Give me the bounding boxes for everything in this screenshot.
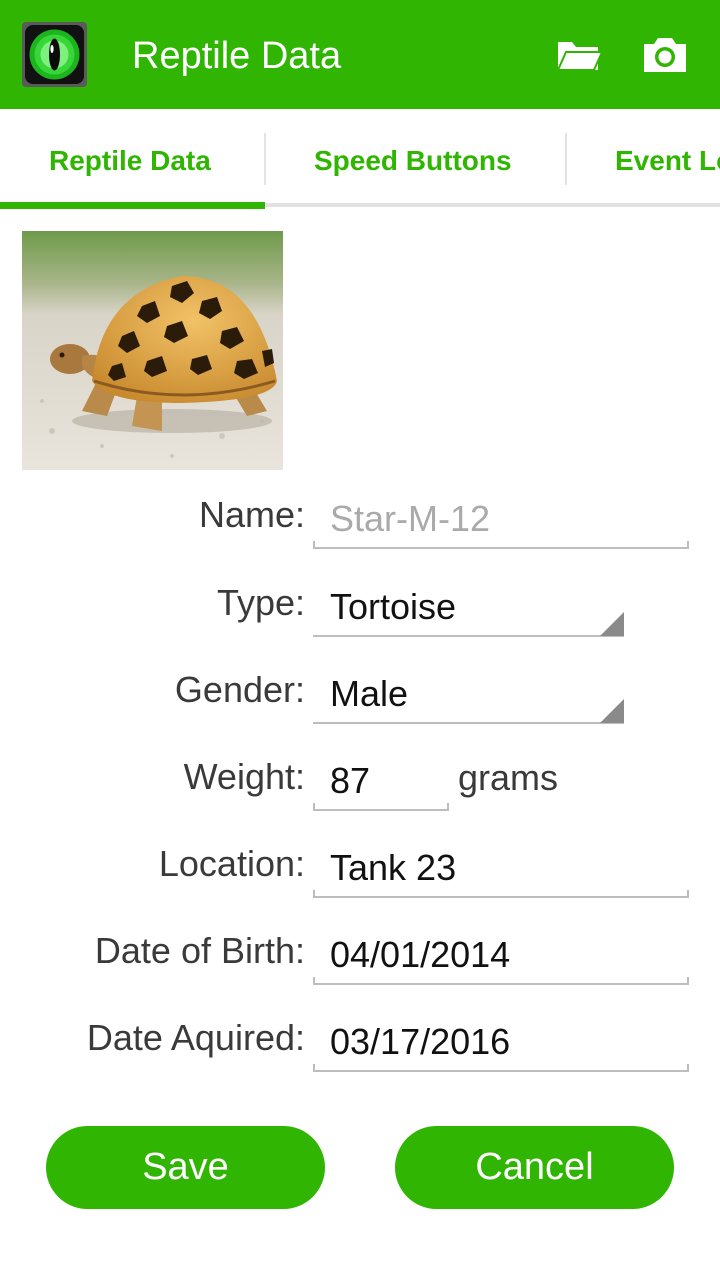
field-tick xyxy=(447,803,449,811)
type-dropdown[interactable]: Tortoise xyxy=(313,587,624,637)
field-tick xyxy=(687,1064,689,1072)
name-label: Name: xyxy=(198,494,305,535)
field-tick xyxy=(313,1064,315,1072)
app-title: Reptile Data xyxy=(132,35,342,77)
type-value: Tortoise xyxy=(330,586,457,627)
field-tick xyxy=(313,541,315,549)
field-tick xyxy=(687,977,689,985)
field-underline xyxy=(313,983,689,985)
acquired-value: 03/17/2016 xyxy=(330,1021,511,1062)
dob-input[interactable]: 04/01/2014 xyxy=(313,935,689,985)
tab-event-log[interactable]: Event Lo xyxy=(567,109,720,209)
field-underline xyxy=(313,722,624,724)
dropdown-arrow-icon xyxy=(600,699,624,723)
tab-label: Event Lo xyxy=(615,145,720,176)
weight-input[interactable]: 87 xyxy=(313,761,449,811)
field-underline xyxy=(313,635,624,637)
acquired-label: Date Aquired: xyxy=(86,1017,305,1058)
tab-label: Speed Buttons xyxy=(314,145,512,176)
app-bar: Reptile Data xyxy=(0,0,720,109)
tab-speed-buttons[interactable]: Speed Buttons xyxy=(266,109,566,209)
dob-value: 04/01/2014 xyxy=(330,934,511,975)
reptile-photo[interactable] xyxy=(22,231,283,470)
location-label: Location: xyxy=(158,843,305,884)
field-tick xyxy=(313,803,315,811)
field-underline xyxy=(313,896,689,898)
field-tick xyxy=(313,890,315,898)
field-underline xyxy=(313,547,689,549)
dropdown-arrow-icon xyxy=(600,612,624,636)
location-input[interactable]: Tank 23 xyxy=(313,848,689,898)
gender-value: Male xyxy=(330,673,409,714)
tab-reptile-data[interactable]: Reptile Data xyxy=(0,109,265,209)
dob-label: Date of Birth: xyxy=(94,930,305,971)
acquired-input[interactable]: 03/17/2016 xyxy=(313,1022,689,1072)
field-tick xyxy=(313,977,315,985)
tab-bar: Reptile Data Speed Buttons Event Lo xyxy=(0,109,720,209)
gender-label: Gender: xyxy=(174,669,305,710)
weight-value: 87 xyxy=(330,760,371,801)
cancel-button[interactable]: Cancel xyxy=(395,1126,674,1209)
tab-label: Reptile Data xyxy=(49,145,211,176)
weight-label: Weight: xyxy=(183,756,305,797)
name-input[interactable]: Star-M-12 xyxy=(313,499,689,549)
field-tick xyxy=(687,541,689,549)
save-button[interactable]: Save xyxy=(46,1126,325,1209)
weight-unit: grams xyxy=(458,757,559,798)
tab-selected-indicator xyxy=(0,202,265,209)
name-placeholder: Star-M-12 xyxy=(330,498,491,539)
field-underline xyxy=(313,1070,689,1072)
type-label: Type: xyxy=(216,582,305,623)
field-tick xyxy=(687,890,689,898)
camera-icon[interactable] xyxy=(640,30,690,80)
gender-dropdown[interactable]: Male xyxy=(313,674,624,724)
field-underline xyxy=(313,809,449,811)
location-value: Tank 23 xyxy=(330,847,457,888)
folder-open-icon[interactable] xyxy=(554,30,604,80)
reptile-eye-app-icon xyxy=(22,22,87,87)
